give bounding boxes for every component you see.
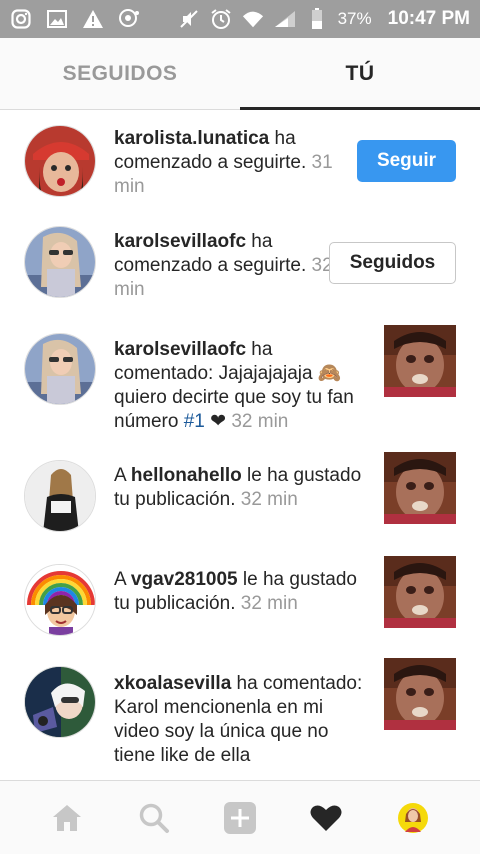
timestamp: 32 min bbox=[240, 489, 298, 510]
hashtag[interactable]: #1 bbox=[184, 411, 205, 432]
profile-avatar-icon[interactable] bbox=[389, 794, 437, 842]
post-thumbnail[interactable] bbox=[384, 325, 456, 397]
battery-percent: 37% bbox=[337, 9, 372, 28]
post-thumbnail[interactable] bbox=[384, 658, 456, 730]
bottom-navigation bbox=[0, 780, 480, 854]
warning-icon bbox=[82, 8, 104, 30]
timestamp: 32 min bbox=[231, 411, 289, 432]
notification-text: karolsevillaofc ha comentado: Jajajajaja… bbox=[114, 339, 354, 432]
notification-text: karolsevillaofc ha comenzado a seguirte.… bbox=[114, 231, 333, 300]
tab-seguidos[interactable]: SEGUIDOS bbox=[0, 38, 240, 109]
clock: 10:47 PM bbox=[387, 8, 470, 29]
add-post-icon[interactable] bbox=[216, 794, 264, 842]
timestamp: 32 min bbox=[240, 593, 298, 614]
post-thumbnail[interactable] bbox=[384, 452, 456, 524]
mute-icon bbox=[178, 8, 200, 30]
username[interactable]: vgav281005 bbox=[131, 569, 238, 590]
status-bar: 37% 10:47 PM bbox=[0, 0, 480, 38]
username[interactable]: hellonahello bbox=[131, 465, 242, 486]
wifi-icon bbox=[242, 8, 264, 30]
post-thumbnail[interactable] bbox=[384, 556, 456, 628]
avatar[interactable] bbox=[24, 564, 96, 636]
signal-icon bbox=[274, 8, 296, 30]
battery-icon bbox=[306, 8, 328, 30]
notification-text: xkoalasevilla ha comentado: Karol mencio… bbox=[114, 673, 363, 766]
activity-feed[interactable]: karolista.lunatica ha comenzado a seguir… bbox=[0, 110, 480, 780]
following-button[interactable]: Seguidos bbox=[329, 242, 456, 284]
avatar[interactable] bbox=[24, 125, 96, 197]
gallery-icon bbox=[46, 8, 68, 30]
home-icon[interactable] bbox=[43, 794, 91, 842]
notification-text: A vgav281005 le ha gustado tu publicació… bbox=[114, 569, 357, 614]
username[interactable]: xkoalasevilla bbox=[114, 673, 231, 694]
username[interactable]: karolsevillaofc bbox=[114, 231, 246, 252]
instagram-icon bbox=[10, 8, 32, 30]
avatar[interactable] bbox=[24, 460, 96, 532]
avatar[interactable] bbox=[24, 226, 96, 298]
heart-icon[interactable] bbox=[302, 794, 350, 842]
follow-button[interactable]: Seguir bbox=[357, 140, 456, 182]
avatar[interactable] bbox=[24, 666, 96, 738]
tab-tu[interactable]: TÚ bbox=[240, 38, 480, 110]
notification-text: karolista.lunatica ha comenzado a seguir… bbox=[114, 128, 333, 197]
activity-tabs: SEGUIDOS TÚ bbox=[0, 38, 480, 110]
username[interactable]: karolista.lunatica bbox=[114, 128, 269, 149]
avatar[interactable] bbox=[24, 333, 96, 405]
username[interactable]: karolsevillaofc bbox=[114, 339, 246, 360]
chat-bubble-icon bbox=[118, 8, 140, 30]
notification-text: A hellonahello le ha gustado tu publicac… bbox=[114, 465, 362, 510]
search-icon[interactable] bbox=[130, 794, 178, 842]
alarm-icon bbox=[210, 8, 232, 30]
